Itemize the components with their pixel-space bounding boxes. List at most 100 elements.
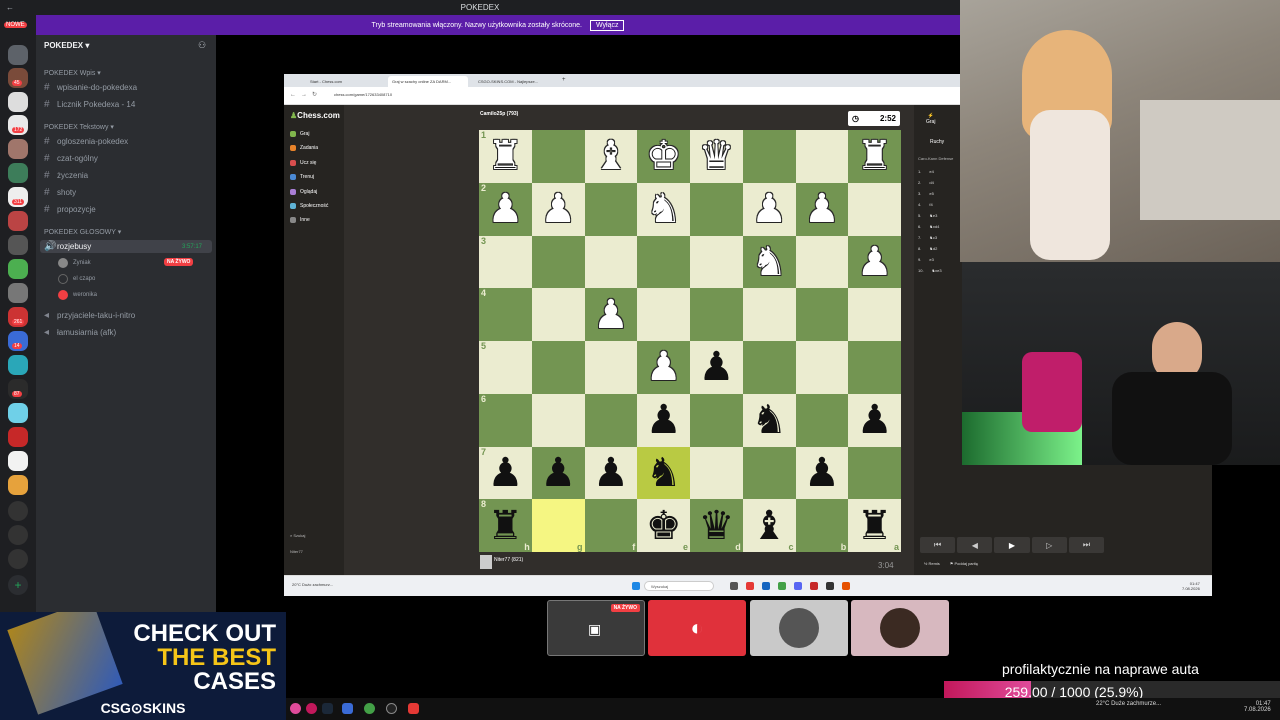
channel-item[interactable]: # życzenia	[44, 170, 88, 181]
chess-nav-item[interactable]: Ucz się	[290, 160, 316, 166]
move-row[interactable]: 2. d4	[918, 180, 934, 185]
app-icon[interactable]	[342, 703, 353, 714]
voice-channel[interactable]: ◂ przyjaciele-taku-i-nitro	[44, 310, 135, 321]
draw-button[interactable]: ½ Remis	[924, 561, 940, 566]
black-piece-icon[interactable]: ♞	[646, 453, 682, 493]
white-piece-icon[interactable]: ♟	[487, 189, 523, 229]
board-square[interactable]: 5	[479, 341, 532, 394]
server-icon[interactable]	[8, 427, 28, 447]
board-square[interactable]: 7 ♟	[479, 446, 532, 500]
discord-tile[interactable]: ◐	[648, 600, 746, 656]
server-icon[interactable]	[8, 549, 28, 569]
board-square[interactable]: ♟	[531, 182, 585, 236]
taskbar-search[interactable]: Wyszukaj	[644, 581, 714, 591]
board-square[interactable]: ♚	[637, 130, 690, 183]
board-square[interactable]	[742, 288, 796, 341]
black-piece-icon[interactable]: ♟	[593, 453, 629, 493]
chess-nav-item[interactable]: Oglądaj	[290, 189, 317, 195]
board-square[interactable]: a ♜	[848, 499, 901, 552]
channel-item[interactable]: # shoty	[44, 187, 76, 198]
board-square[interactable]: ♟	[637, 341, 690, 394]
board-square[interactable]	[690, 288, 743, 341]
panel-play-tab[interactable]: ⚡ Graj	[926, 113, 935, 125]
move-row[interactable]: 4. f4	[918, 202, 933, 207]
server-icon[interactable]	[8, 501, 28, 521]
white-piece-icon[interactable]: ♞	[646, 189, 682, 229]
black-piece-icon[interactable]: ♛	[698, 506, 734, 546]
board-square[interactable]: ♟	[795, 446, 849, 500]
steam-icon[interactable]	[322, 703, 333, 714]
black-piece-icon[interactable]: ♟	[540, 453, 576, 493]
board-square[interactable]: 2 ♟	[479, 182, 532, 236]
chess-nav-item[interactable]: Inne	[290, 217, 310, 223]
move-row[interactable]: 9. e3	[918, 257, 934, 262]
board-square[interactable]: c ♝	[742, 499, 796, 552]
server-icon[interactable]	[8, 259, 28, 279]
app-icon[interactable]	[746, 582, 754, 590]
move-row[interactable]: 6. ♞xd4	[918, 224, 939, 229]
board-square[interactable]: d ♛	[690, 499, 743, 552]
move-row[interactable]: 1. e4	[918, 169, 934, 174]
chess-board[interactable]: 1 ♜ ♝ ♚ ♛ ♜ 2 ♟ ♟ ♞ ♟ ♟ 3 ♞ ♟ 4 ♟ 5 ♟ ♟ 6 ♟ ♞ ♟ 7 ♟ ♟ ♟ ♞ ♟ 8 h ♜ g f e ♚ d ♛ c…	[479, 130, 901, 552]
board-square[interactable]	[848, 341, 901, 394]
board-square[interactable]	[742, 341, 796, 394]
chess-logo[interactable]: ♟Chess.com	[290, 111, 340, 120]
chess-nav-item[interactable]: Społeczność	[290, 203, 328, 209]
board-square[interactable]	[531, 341, 585, 394]
server-icon[interactable]	[8, 163, 28, 183]
board-square[interactable]: ♟	[848, 393, 901, 447]
board-square[interactable]	[531, 393, 585, 447]
board-square[interactable]: 6	[479, 393, 532, 447]
channel-item[interactable]: # czat-ogólny	[44, 153, 98, 164]
new-tab-icon[interactable]: +	[558, 76, 570, 87]
white-piece-icon[interactable]: ♜	[857, 136, 893, 176]
browser-tab[interactable]: Start - Chess.com	[306, 76, 382, 87]
server-icon[interactable]	[8, 475, 28, 495]
app-icon[interactable]	[778, 582, 786, 590]
move-row[interactable]: 3. e5	[918, 191, 934, 196]
board-square[interactable]: ♞	[637, 182, 690, 236]
add-server-icon[interactable]: +	[8, 575, 28, 595]
white-piece-icon[interactable]: ♟	[540, 189, 576, 229]
board-square[interactable]	[584, 182, 638, 236]
channel-item[interactable]: # Licznik Pokedexa - 14	[44, 99, 135, 110]
screen-share-tile[interactable]: NA ŻYWO ▣	[547, 600, 645, 656]
board-square[interactable]: ♟	[848, 235, 901, 289]
user-tile[interactable]	[750, 600, 848, 656]
back-arrow-icon[interactable]: ←	[6, 0, 14, 15]
board-square[interactable]	[584, 235, 638, 289]
board-square[interactable]: ♞	[742, 393, 796, 447]
board-square[interactable]: b	[795, 499, 849, 552]
black-piece-icon[interactable]: ♟	[646, 400, 682, 440]
server-icon[interactable]	[8, 403, 28, 423]
server-icon[interactable]	[8, 451, 28, 471]
board-square[interactable]: 4	[479, 288, 532, 341]
board-square[interactable]	[690, 235, 743, 289]
board-square[interactable]	[531, 235, 585, 289]
board-square[interactable]: ♟	[584, 446, 638, 500]
voice-user[interactable]: Zyniak	[58, 258, 91, 268]
board-square[interactable]	[531, 130, 585, 183]
board-square[interactable]	[848, 288, 901, 341]
board-square[interactable]	[584, 341, 638, 394]
board-square[interactable]: ♝	[584, 130, 638, 183]
next-move-button[interactable]: ▶	[994, 537, 1030, 553]
white-piece-icon[interactable]: ♞	[751, 242, 787, 282]
white-piece-icon[interactable]: ♚	[646, 136, 682, 176]
app-icon[interactable]	[730, 582, 738, 590]
chess-user[interactable]: Niter77	[290, 549, 303, 554]
server-icon[interactable]	[8, 355, 28, 375]
white-piece-icon[interactable]: ♛	[698, 136, 734, 176]
board-square[interactable]: ♟	[742, 182, 796, 236]
board-square[interactable]	[848, 446, 901, 500]
move-row[interactable]: 5. ♞e3	[918, 213, 937, 218]
board-square[interactable]: 1 ♜	[479, 130, 532, 183]
board-square[interactable]	[795, 235, 849, 289]
server-icon[interactable]	[8, 45, 28, 65]
board-square[interactable]: g	[531, 499, 585, 552]
voice-user[interactable]: el czapo	[58, 274, 95, 284]
last-move-button[interactable]: ⏭	[1068, 537, 1105, 553]
move-row[interactable]: 10. ♞xe3	[918, 268, 942, 273]
browser-tab-active[interactable]: Graj w szachy online ZA DARM...	[388, 76, 468, 87]
app-icon[interactable]	[826, 582, 834, 590]
